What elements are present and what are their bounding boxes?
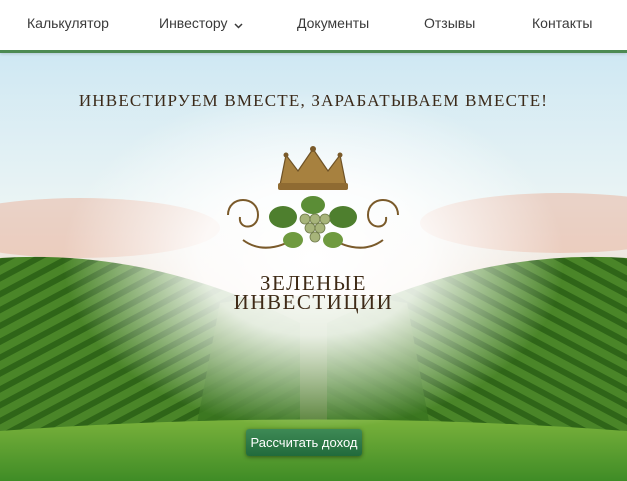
nav-reviews[interactable]: Отзывы — [424, 15, 475, 31]
hero-headline: ИНВЕСТИРУЕМ ВМЕСТЕ, ЗАРАБАТЫВАЕМ ВМЕСТЕ! — [78, 91, 549, 110]
calculate-income-button[interactable]: Рассчитать доход — [246, 429, 362, 456]
chevron-down-icon — [234, 16, 243, 32]
nav-investor-label: Инвестору — [159, 15, 228, 31]
nav-calculator[interactable]: Калькулятор — [27, 15, 109, 31]
top-navbar: Калькулятор Инвестору Документы Отзывы К… — [0, 0, 627, 53]
nav-contacts[interactable]: Контакты — [532, 15, 592, 31]
nav-investor-dropdown[interactable]: Инвестору — [159, 15, 243, 32]
hero-section: ИНВЕСТИРУЕМ ВМЕСТЕ, ЗАРАБАТЫВАЕМ ВМЕСТЕ! — [0, 53, 627, 481]
nav-documents[interactable]: Документы — [297, 15, 369, 31]
landing-page: Калькулятор Инвестору Документы Отзывы К… — [0, 0, 627, 481]
brand-name-line2: ИНВЕСТИЦИИ — [233, 290, 394, 314]
